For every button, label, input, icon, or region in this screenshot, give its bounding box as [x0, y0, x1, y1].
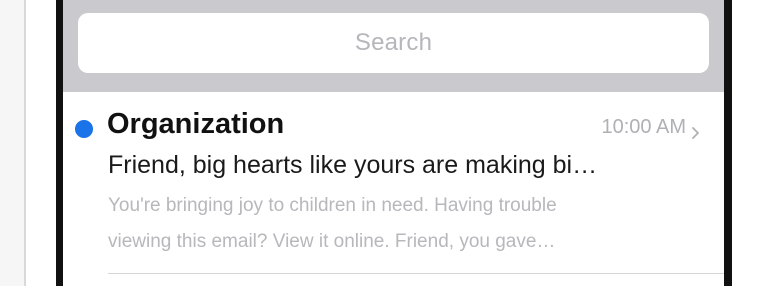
outer-left-strip	[0, 0, 24, 286]
subject-line: Friend, big hearts like yours are making…	[108, 151, 598, 179]
preview-line-1: You're bringing joy to children in need.…	[108, 195, 557, 216]
sender-name: Organization	[107, 108, 285, 140]
mail-screen: Search Organization 10:00 AM Friend, big…	[63, 0, 724, 286]
search-placeholder: Search	[354, 29, 433, 56]
chevron-right-icon	[692, 122, 700, 139]
outer-left-gap	[26, 0, 56, 286]
outer-right-gap	[732, 0, 758, 286]
list-separator	[108, 273, 724, 274]
phone-frame-right	[724, 0, 732, 286]
phone-frame-left	[56, 0, 63, 286]
unread-dot-icon	[75, 120, 93, 138]
search-bar-area: Search	[63, 0, 724, 92]
preview-line-2: viewing this email? View it online. Frie…	[108, 231, 556, 252]
message-time-wrap: 10:00 AM	[601, 116, 700, 139]
message-time: 10:00 AM	[601, 116, 686, 138]
search-input[interactable]: Search	[78, 13, 709, 73]
mail-list-item[interactable]: Organization 10:00 AM Friend, big hearts…	[63, 92, 724, 286]
